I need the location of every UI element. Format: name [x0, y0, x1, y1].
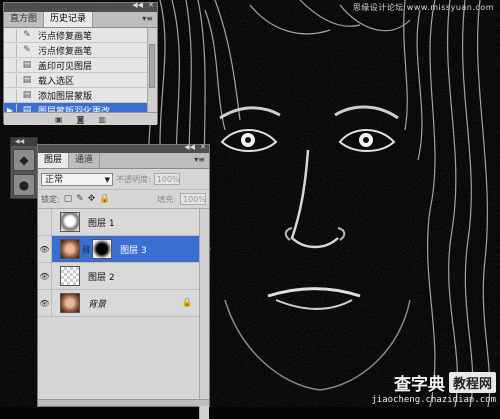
layer-row[interactable]: 👁 背景 🔒: [38, 290, 209, 317]
blend-mode-value: 正常: [45, 174, 64, 185]
dock-header[interactable]: ◀◀: [11, 138, 37, 146]
lock-all-icon[interactable]: 🔒: [99, 194, 110, 204]
site-logo-name: 查字典: [393, 375, 445, 395]
tab-layers[interactable]: 图层: [38, 153, 70, 168]
fill-field[interactable]: 100%: [180, 193, 206, 205]
chain-link-icon[interactable]: ⛓: [81, 245, 91, 254]
opacity-field[interactable]: 100%: [153, 173, 180, 185]
site-logo: 查字典 教程网 jiaocheng.chazidian.com: [371, 370, 496, 405]
lock-pixels-icon[interactable]: ✎: [76, 194, 84, 204]
lock-transparency-icon[interactable]: ▢: [64, 194, 73, 204]
history-footer: ▣ ◙ ▥: [4, 112, 157, 125]
scrollbar-thumb[interactable]: [149, 44, 155, 88]
snapshot-source-checkbox[interactable]: [4, 28, 17, 42]
snapshot-source-checkbox[interactable]: [4, 58, 17, 72]
brush-icon: ✎: [23, 29, 31, 40]
site-logo-badge: 教程网: [448, 372, 496, 393]
layers-panel: ◀◀ ✕ 图层 通道 ▾≡ 正常 ▼ 不透明度: 100% 锁定: ▢ ✎ ✥ …: [37, 143, 210, 419]
visibility-toggle[interactable]: [38, 209, 52, 235]
layers-tabs: 图层 通道 ▾≡: [38, 153, 209, 169]
layers-panel-icon[interactable]: ◆: [13, 149, 35, 171]
history-item-label: 污点修复画笔: [38, 46, 93, 57]
eye-icon[interactable]: 👁: [38, 263, 52, 289]
close-icon[interactable]: ✕: [200, 143, 206, 151]
layers-list: 图层 1 👁 ⛓ 图层 3 👁 图层 2 👁 背景 🔒: [38, 209, 209, 419]
snapshot-source-checkbox[interactable]: [4, 73, 17, 87]
collapsed-panel-dock: ◀◀ ◆ ●: [10, 137, 38, 199]
doc-icon: ▤: [22, 74, 32, 85]
history-item-label: 图层蒙版羽化更改: [38, 106, 111, 113]
layer-thumbnail: [60, 239, 80, 259]
panel-title-bar[interactable]: ◀◀ ✕: [4, 1, 157, 12]
collapse-arrows-icon[interactable]: ◀◀: [184, 143, 195, 151]
history-item[interactable]: ✎ 污点修复画笔: [4, 28, 157, 43]
eye-icon[interactable]: 👁: [38, 236, 52, 262]
doc-icon: ▤: [22, 104, 32, 113]
brush-icon: ✎: [23, 44, 31, 55]
history-panel: ◀◀ ✕ 直方图 历史记录 ▾≡ ✎ 污点修复画笔 ✎ 污点修复画笔 ▤ 盖印可…: [3, 1, 158, 125]
layer-name[interactable]: 图层 3: [120, 243, 147, 256]
history-list: ✎ 污点修复画笔 ✎ 污点修复画笔 ▤ 盖印可见图层 ▤ 载入选区 ▤ 添加图层…: [4, 28, 157, 112]
fill-label: 填充:: [157, 194, 176, 204]
layer-thumbnail: [60, 212, 80, 232]
snapshot-source-checkbox[interactable]: [4, 88, 17, 102]
layers-scrollbar[interactable]: [199, 209, 209, 419]
layer-thumbnail: [60, 293, 80, 313]
trash-icon[interactable]: ▥: [98, 115, 106, 124]
doc-icon: ▤: [22, 89, 32, 100]
collapse-arrows-icon[interactable]: ◀◀: [132, 1, 143, 9]
blend-mode-select[interactable]: 正常 ▼: [41, 172, 113, 186]
channels-panel-icon[interactable]: ●: [13, 174, 35, 196]
tab-channels[interactable]: 通道: [69, 153, 101, 168]
chevron-down-icon: ▼: [104, 175, 110, 184]
site-logo-url: jiaocheng.chazidian.com: [371, 395, 496, 405]
history-item[interactable]: ▤ 盖印可见图层: [4, 58, 157, 73]
layer-row[interactable]: 图层 1: [38, 209, 209, 236]
layer-thumbnail: [60, 266, 80, 286]
new-document-icon[interactable]: ▣: [55, 115, 63, 124]
layer-name[interactable]: 图层 1: [88, 216, 115, 229]
layers-footer: [38, 399, 209, 406]
lock-position-icon[interactable]: ✥: [88, 194, 96, 204]
layer-row-selected[interactable]: 👁 ⛓ 图层 3: [38, 236, 209, 263]
history-item-label: 添加图层蒙版: [38, 91, 93, 102]
layer-mask-thumbnail[interactable]: [92, 239, 113, 259]
panel-title-bar[interactable]: ◀◀ ✕: [38, 143, 209, 153]
layer-name[interactable]: 背景: [88, 297, 106, 310]
lock-icon: 🔒: [181, 298, 193, 308]
blend-options-row: 正常 ▼ 不透明度: 100%: [38, 169, 209, 190]
watermark-text: 思缘设计论坛 www.missyuan.com: [352, 3, 494, 12]
lock-label: 锁定:: [41, 194, 60, 204]
history-tabs: 直方图 历史记录 ▾≡: [4, 12, 157, 28]
close-icon[interactable]: ✕: [148, 1, 154, 9]
layer-name[interactable]: 图层 2: [88, 270, 115, 283]
layer-row[interactable]: 👁 图层 2: [38, 263, 209, 290]
history-item[interactable]: ✎ 污点修复画笔: [4, 43, 157, 58]
history-item-label: 污点修复画笔: [38, 31, 93, 42]
lock-row: 锁定: ▢ ✎ ✥ 🔒 填充: 100%: [38, 190, 209, 209]
eye-icon[interactable]: 👁: [38, 290, 52, 316]
history-state-marker-icon[interactable]: ▶: [4, 103, 17, 112]
camera-snapshot-icon[interactable]: ◙: [77, 115, 85, 124]
history-item-selected[interactable]: ▶ ▤ 图层蒙版羽化更改: [4, 103, 157, 112]
panel-menu-icon[interactable]: ▾≡: [194, 155, 205, 164]
history-item[interactable]: ▤ 添加图层蒙版: [4, 88, 157, 103]
panel-menu-icon[interactable]: ▾≡: [142, 14, 153, 23]
doc-icon: ▤: [22, 59, 32, 70]
snapshot-source-checkbox[interactable]: [4, 43, 17, 57]
history-item-label: 盖印可见图层: [38, 61, 93, 72]
opacity-label: 不透明度:: [116, 174, 151, 184]
history-item-label: 载入选区: [38, 76, 75, 87]
history-scrollbar[interactable]: [147, 28, 157, 112]
tab-history[interactable]: 历史记录: [44, 12, 94, 27]
history-item[interactable]: ▤ 载入选区: [4, 73, 157, 88]
tab-histogram[interactable]: 直方图: [4, 12, 45, 27]
